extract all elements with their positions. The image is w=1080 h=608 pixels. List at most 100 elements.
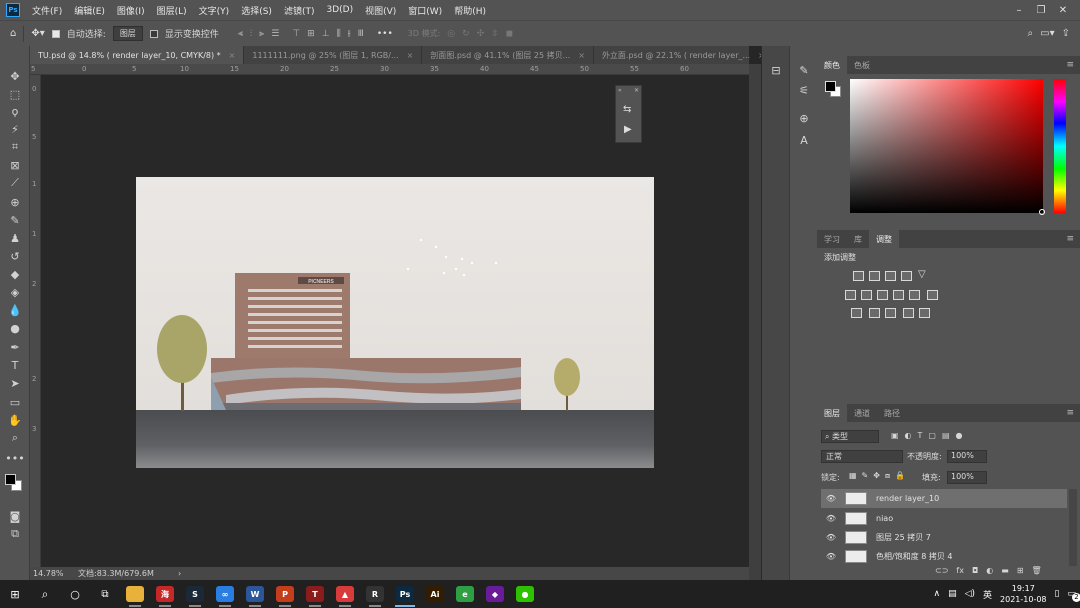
3d-scale-icon[interactable]: ◼: [506, 29, 513, 39]
new-group-icon[interactable]: ▬: [1001, 566, 1009, 575]
ime-indicator[interactable]: 英: [983, 588, 992, 601]
character-icon[interactable]: A: [796, 132, 812, 148]
3d-roll-icon[interactable]: ↻: [462, 29, 470, 39]
lock-icons[interactable]: ▦✎✥⧈🔒: [849, 471, 910, 481]
align-middle-icon[interactable]: ⊞: [307, 29, 315, 39]
align-bottom-icon[interactable]: ⊥: [322, 29, 330, 39]
search-icon[interactable]: ⌕: [1028, 28, 1034, 39]
taskbar-haishun[interactable]: 海: [150, 580, 180, 608]
layers-scrollbar[interactable]: [1069, 489, 1077, 566]
workspace-icon[interactable]: ▭▾: [1040, 28, 1054, 39]
new-adjustment-icon[interactable]: ◐: [986, 566, 993, 575]
posterize-icon[interactable]: [869, 308, 880, 318]
menu-select[interactable]: 选择(S): [235, 4, 278, 17]
layer-row[interactable]: 👁 色相/饱和度 8 拷贝 4: [821, 547, 1067, 566]
transform-controls-checkbox[interactable]: [149, 29, 158, 38]
tab-close-icon[interactable]: ×: [578, 51, 585, 60]
auto-select-dropdown[interactable]: 图层: [112, 26, 143, 41]
add-mask-icon[interactable]: ◘: [972, 566, 978, 575]
collapse-icon[interactable]: «: [618, 87, 622, 94]
edit-toolbar-icon[interactable]: •••: [5, 450, 24, 466]
tab-layers[interactable]: 图层: [817, 404, 847, 422]
align-center-icon[interactable]: ⫶: [250, 29, 252, 39]
clock[interactable]: 19:17 2021-10-08: [1000, 583, 1047, 605]
panel-menu-icon[interactable]: ≡: [1066, 234, 1074, 244]
tab-swatches[interactable]: 色板: [847, 56, 877, 74]
panel-menu-icon[interactable]: ≡: [1066, 408, 1074, 418]
move-tool-icon[interactable]: ✥: [6, 68, 24, 84]
tab-libraries[interactable]: 库: [847, 230, 869, 248]
distribute-space-icon[interactable]: Ⅲ: [358, 29, 364, 39]
tab-close-icon[interactable]: ×: [229, 51, 236, 60]
brush-presets-icon[interactable]: ⚟: [796, 82, 812, 98]
threshold-icon[interactable]: [885, 308, 896, 318]
align-right-icon[interactable]: ⫸: [259, 29, 264, 39]
properties-icon[interactable]: ⊟: [768, 62, 784, 78]
selective-color-icon[interactable]: [903, 308, 914, 318]
home-icon[interactable]: ⌂: [10, 28, 16, 39]
hue-slider[interactable]: [1054, 79, 1066, 213]
share-icon[interactable]: ⇪: [1062, 28, 1070, 39]
menu-filter[interactable]: 滤镜(T): [278, 4, 321, 17]
tab-1111111-png[interactable]: 1111111.png @ 25% (图层 1, RGB/... ×: [244, 46, 423, 64]
eraser-tool-icon[interactable]: ◆: [6, 266, 24, 282]
actions-icon[interactable]: ⇆: [623, 104, 631, 115]
taskbar-file-explorer[interactable]: [120, 580, 150, 608]
new-layer-icon[interactable]: ⊞: [1017, 566, 1024, 575]
start-button[interactable]: ⊞: [0, 580, 30, 608]
taskbar-word[interactable]: W: [240, 580, 270, 608]
3d-slide-icon[interactable]: ⇳: [491, 29, 499, 39]
menu-layer[interactable]: 图层(L): [151, 4, 193, 17]
distribute-h-icon[interactable]: ⫼: [337, 29, 341, 39]
brush-tool-icon[interactable]: ✎: [6, 212, 24, 228]
trash-icon[interactable]: 🗑: [1032, 566, 1042, 575]
healing-brush-icon[interactable]: ⊕: [6, 194, 24, 210]
blur-tool-icon[interactable]: 💧: [6, 302, 24, 318]
taskbar-wechat[interactable]: ●: [510, 580, 540, 608]
distribute-icon[interactable]: ☰: [271, 29, 279, 39]
marquee-tool-icon[interactable]: ⬚: [6, 86, 24, 102]
history-brush-icon[interactable]: ↺: [6, 248, 24, 264]
show-desktop-icon[interactable]: ▯: [1055, 589, 1060, 599]
panel-close-icon[interactable]: ✕: [634, 87, 639, 94]
taskbar-baidu-netdisk[interactable]: ∞: [210, 580, 240, 608]
menu-view[interactable]: 视图(V): [359, 4, 402, 17]
blend-mode-dropdown[interactable]: 正常: [821, 450, 903, 463]
curves-icon[interactable]: [885, 271, 896, 281]
frame-tool-icon[interactable]: ⊠: [6, 157, 24, 173]
gradient-map-icon[interactable]: [919, 308, 930, 318]
black-white-icon[interactable]: [877, 290, 888, 300]
menu-image[interactable]: 图像(I): [111, 4, 151, 17]
tab-learn[interactable]: 学习: [817, 230, 847, 248]
task-view-button[interactable]: ⧉: [90, 580, 120, 608]
hand-tool-icon[interactable]: ✋: [6, 412, 24, 428]
layer-row[interactable]: 👁 图层 25 拷贝 7: [821, 528, 1067, 547]
visibility-eye-icon[interactable]: 👁: [821, 514, 841, 523]
distribute-v-icon[interactable]: ⫲: [348, 29, 351, 39]
zoom-level[interactable]: 14.78%: [30, 569, 78, 578]
3d-orbit-icon[interactable]: ◎: [447, 29, 455, 39]
channel-mixer-icon[interactable]: [909, 290, 920, 300]
tab-tu-psd[interactable]: TU.psd @ 14.8% ( render layer_10, CMYK/8…: [30, 46, 245, 64]
type-tool-icon[interactable]: T: [6, 357, 24, 373]
tab-section-psd[interactable]: 剖面图.psd @ 41.1% (图层 25 拷贝... ×: [422, 46, 594, 64]
tab-elevation-psd[interactable]: 外立面.psd @ 22.1% ( render layer_...×: [594, 46, 774, 64]
crop-tool-icon[interactable]: ⌗: [6, 139, 24, 155]
link-layers-icon[interactable]: ⊂⊃: [935, 566, 948, 575]
cortana-button[interactable]: ○: [60, 580, 90, 608]
fx-button[interactable]: fx: [956, 566, 964, 575]
opacity-input[interactable]: 100%: [947, 450, 987, 463]
photo-filter-icon[interactable]: [893, 290, 904, 300]
document-canvas[interactable]: PICNEERS: [136, 177, 654, 468]
invert-icon[interactable]: [851, 308, 862, 318]
status-arrow-icon[interactable]: ›: [178, 569, 181, 578]
visibility-eye-icon[interactable]: 👁: [821, 552, 841, 561]
quick-mask-icon[interactable]: ◙: [6, 508, 24, 524]
levels-icon[interactable]: [869, 271, 880, 281]
tab-adjustments[interactable]: 调整: [869, 230, 899, 248]
restore-icon[interactable]: ❐: [1030, 5, 1052, 16]
visibility-eye-icon[interactable]: 👁: [821, 494, 841, 503]
stamp-tool-icon[interactable]: ♟: [6, 230, 24, 246]
network-icon[interactable]: ▤: [948, 589, 957, 599]
eyedropper-icon[interactable]: ⟋: [6, 175, 24, 191]
